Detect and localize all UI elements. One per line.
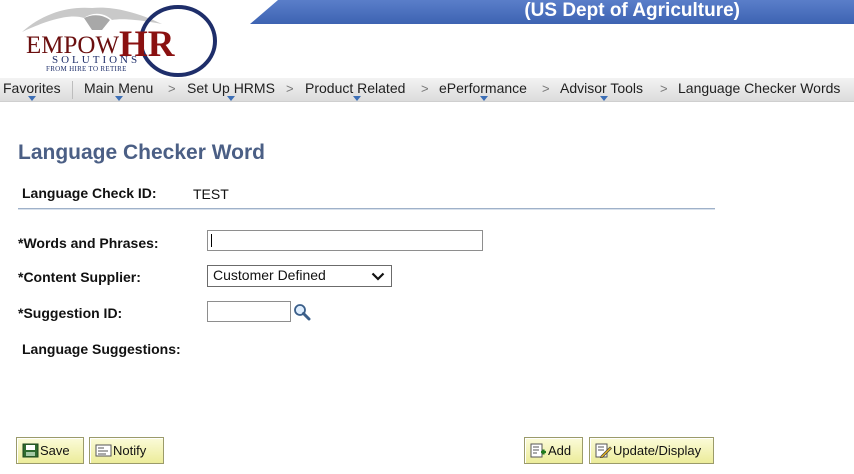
- language-suggestions-label: Language Suggestions:: [22, 341, 181, 357]
- content-supplier-select[interactable]: Customer Defined: [207, 265, 392, 287]
- words-phrases-input[interactable]: [207, 230, 483, 251]
- nav-divider: [72, 81, 73, 99]
- notify-icon: [95, 444, 112, 457]
- nav-main-menu[interactable]: Main Menu: [84, 80, 153, 96]
- notify-button[interactable]: Notify: [89, 437, 164, 464]
- save-icon: [22, 443, 39, 458]
- breadcrumb-separator: >: [660, 81, 668, 96]
- add-label: Add: [548, 443, 572, 458]
- chevron-down-icon[interactable]: [115, 96, 123, 101]
- text-caret: [211, 234, 212, 247]
- suggestion-id-input[interactable]: [207, 301, 291, 322]
- lookup-icon[interactable]: [292, 303, 312, 321]
- chevron-down-icon[interactable]: [480, 96, 488, 101]
- crumb-language-checker-words[interactable]: Language Checker Words: [678, 80, 840, 96]
- section-divider: [18, 208, 715, 210]
- check-id-label: Language Check ID:: [22, 185, 157, 201]
- chevron-down-icon[interactable]: [227, 96, 235, 101]
- chevron-down-icon[interactable]: [28, 96, 36, 101]
- update-display-button[interactable]: Update/Display: [589, 437, 714, 464]
- check-id-value: TEST: [193, 186, 229, 202]
- crumb-eperformance[interactable]: ePerformance: [439, 80, 527, 96]
- breadcrumb-separator: >: [168, 81, 176, 96]
- breadcrumb-separator: >: [286, 81, 294, 96]
- crumb-product-related[interactable]: Product Related: [305, 80, 405, 96]
- nav-favorites[interactable]: Favorites: [3, 80, 61, 96]
- notify-label: Notify: [113, 443, 147, 458]
- content-supplier-value: Customer Defined: [213, 267, 326, 283]
- supplier-label: *Content Supplier:: [18, 269, 141, 285]
- org-title: (US Dept of Agriculture): [524, 0, 740, 21]
- empowhr-logo: EMPOW HR SOLUTIONS FROM HIRE TO RETIRE: [20, 4, 217, 77]
- save-label: Save: [40, 443, 70, 458]
- breadcrumb: Favorites Main Menu > Set Up HRMS > Prod…: [0, 78, 854, 102]
- crumb-advisor-tools[interactable]: Advisor Tools: [560, 80, 643, 96]
- chevron-down-icon[interactable]: [353, 96, 361, 101]
- words-label: *Words and Phrases:: [18, 235, 159, 251]
- chevron-down-icon[interactable]: [600, 96, 608, 101]
- update-display-icon: [595, 443, 612, 458]
- logo-tagline: FROM HIRE TO RETIRE: [46, 65, 127, 73]
- suggestion-label: *Suggestion ID:: [18, 305, 123, 321]
- add-icon: [530, 443, 546, 458]
- header-banner: (US Dept of Agriculture) EMPOW HR SOLUTI…: [0, 0, 854, 77]
- crumb-setup-hrms[interactable]: Set Up HRMS: [187, 80, 275, 96]
- chevron-down-icon: [371, 272, 385, 281]
- breadcrumb-separator: >: [542, 81, 550, 96]
- add-button[interactable]: Add: [524, 437, 583, 464]
- update-display-label: Update/Display: [613, 443, 702, 458]
- save-button[interactable]: Save: [16, 437, 84, 464]
- breadcrumb-separator: >: [421, 81, 429, 96]
- page-title: Language Checker Word: [18, 141, 265, 164]
